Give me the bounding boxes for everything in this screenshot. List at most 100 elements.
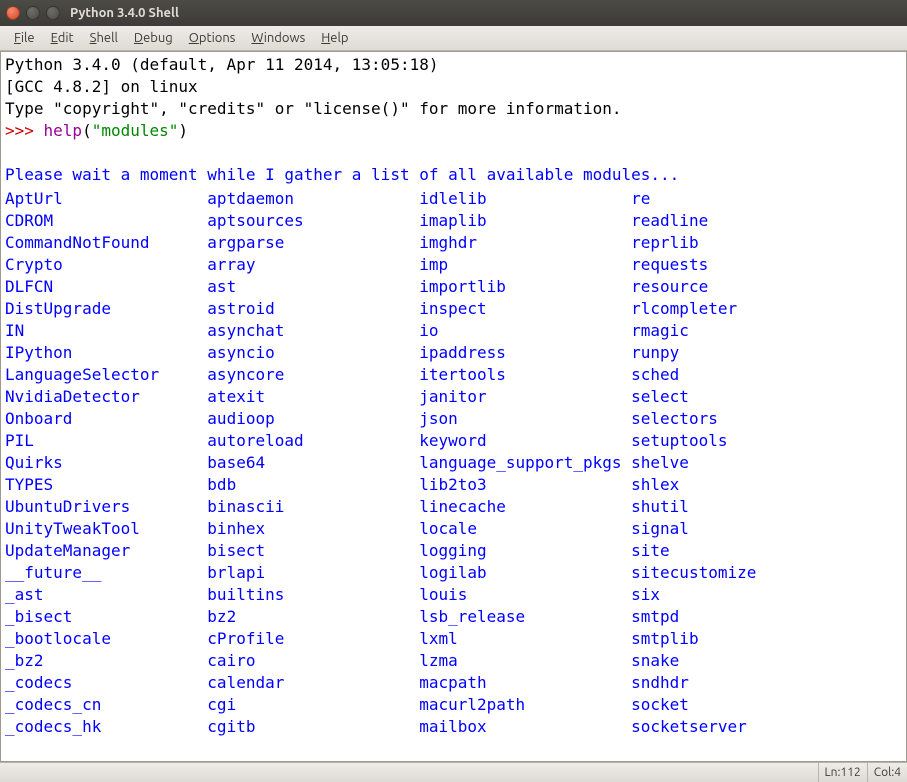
module-name: ast: [207, 276, 419, 298]
module-name: astroid: [207, 298, 419, 320]
module-name: AptUrl: [5, 188, 207, 210]
module-name: idlelib: [419, 188, 631, 210]
module-name: requests: [631, 254, 708, 276]
module-name: cairo: [207, 650, 419, 672]
status-bar: Ln: 112 Col: 4: [0, 762, 907, 782]
module-name: ipaddress: [419, 342, 631, 364]
module-row: PIL autoreload keyword setuptools: [5, 430, 902, 452]
module-name: locale: [419, 518, 631, 540]
module-row: _codecs calendar macpath sndhdr: [5, 672, 902, 694]
module-name: _bisect: [5, 606, 207, 628]
menu-shell[interactable]: Shell: [82, 28, 126, 48]
module-name: IN: [5, 320, 207, 342]
status-col: Col: 4: [867, 763, 907, 782]
status-col-value: 4: [894, 766, 901, 779]
module-name: mailbox: [419, 716, 631, 738]
module-name: CommandNotFound: [5, 232, 207, 254]
module-name: lxml: [419, 628, 631, 650]
module-name: IPython: [5, 342, 207, 364]
module-name: janitor: [419, 386, 631, 408]
prompt-arg: "modules": [92, 121, 179, 140]
module-name: __future__: [5, 562, 207, 584]
module-name: json: [419, 408, 631, 430]
module-name: aptsources: [207, 210, 419, 232]
menu-file[interactable]: File: [6, 28, 43, 48]
module-name: LanguageSelector: [5, 364, 207, 386]
module-name: _codecs_cn: [5, 694, 207, 716]
module-name: io: [419, 320, 631, 342]
module-row: UbuntuDrivers binascii linecache shutil: [5, 496, 902, 518]
module-name: imaplib: [419, 210, 631, 232]
menu-help[interactable]: Help: [313, 28, 356, 48]
module-name: lsb_release: [419, 606, 631, 628]
maximize-icon[interactable]: [46, 6, 60, 20]
menu-options-rest: ptions: [199, 31, 236, 45]
module-row: UpdateManager bisect logging site: [5, 540, 902, 562]
module-row: CDROM aptsources imaplib readline: [5, 210, 902, 232]
menu-debug[interactable]: Debug: [126, 28, 181, 48]
module-name: sndhdr: [631, 672, 689, 694]
module-name: runpy: [631, 342, 679, 364]
menu-file-rest: ile: [21, 31, 35, 45]
module-name: atexit: [207, 386, 419, 408]
module-name: array: [207, 254, 419, 276]
window-controls: [6, 6, 60, 20]
menu-edit-rest: dit: [58, 31, 74, 45]
module-name: signal: [631, 518, 689, 540]
module-name: base64: [207, 452, 419, 474]
module-name: binhex: [207, 518, 419, 540]
module-name: socketserver: [631, 716, 747, 738]
module-name: imghdr: [419, 232, 631, 254]
module-row: IPython asyncio ipaddress runpy: [5, 342, 902, 364]
module-name: site: [631, 540, 670, 562]
module-row: Crypto array imp requests: [5, 254, 902, 276]
module-name: DistUpgrade: [5, 298, 207, 320]
module-name: select: [631, 386, 689, 408]
banner-line-2: [GCC 4.8.2] on linux: [5, 77, 198, 96]
module-name: asyncore: [207, 364, 419, 386]
module-name: snake: [631, 650, 679, 672]
module-name: reprlib: [631, 232, 698, 254]
module-name: macurl2path: [419, 694, 631, 716]
module-name: lib2to3: [419, 474, 631, 496]
module-name: smtplib: [631, 628, 698, 650]
terminal-output: Python 3.4.0 (default, Apr 11 2014, 13:0…: [1, 52, 906, 188]
editor-area[interactable]: Python 3.4.0 (default, Apr 11 2014, 13:0…: [0, 51, 907, 762]
module-name: setuptools: [631, 430, 727, 452]
module-name: cProfile: [207, 628, 419, 650]
menu-edit[interactable]: Edit: [43, 28, 82, 48]
module-row: NvidiaDetector atexit janitor select: [5, 386, 902, 408]
menu-windows-rest: indows: [264, 31, 306, 45]
module-row: _codecs_hk cgitb mailbox socketserver: [5, 716, 902, 738]
menu-windows[interactable]: Windows: [243, 28, 313, 48]
module-name: audioop: [207, 408, 419, 430]
window-titlebar: Python 3.4.0 Shell: [0, 0, 907, 26]
module-name: NvidiaDetector: [5, 386, 207, 408]
module-name: socket: [631, 694, 689, 716]
module-name: UpdateManager: [5, 540, 207, 562]
module-name: _ast: [5, 584, 207, 606]
module-name: Onboard: [5, 408, 207, 430]
module-name: cgitb: [207, 716, 419, 738]
module-row: DLFCN ast importlib resource: [5, 276, 902, 298]
module-row: _ast builtins louis six: [5, 584, 902, 606]
prompt-fn: help: [44, 121, 83, 140]
module-row: Quirks base64 language_support_pkgs shel…: [5, 452, 902, 474]
module-name: readline: [631, 210, 708, 232]
module-name: imp: [419, 254, 631, 276]
banner-line-1: Python 3.4.0 (default, Apr 11 2014, 13:0…: [5, 55, 448, 74]
module-name: bdb: [207, 474, 419, 496]
module-name: keyword: [419, 430, 631, 452]
module-name: smtpd: [631, 606, 679, 628]
module-name: sitecustomize: [631, 562, 756, 584]
status-line: Ln: 112: [818, 763, 867, 782]
module-row: AptUrl aptdaemon idlelib re: [5, 188, 902, 210]
status-col-label: Col:: [874, 766, 894, 779]
module-name: linecache: [419, 496, 631, 518]
module-row: _bootlocale cProfile lxml smtplib: [5, 628, 902, 650]
close-icon[interactable]: [6, 6, 20, 20]
menu-options[interactable]: Options: [181, 28, 244, 48]
minimize-icon[interactable]: [26, 6, 40, 20]
module-row: _bisect bz2 lsb_release smtpd: [5, 606, 902, 628]
module-name: logilab: [419, 562, 631, 584]
